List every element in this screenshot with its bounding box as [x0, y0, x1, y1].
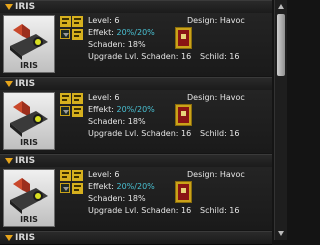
module-icon[interactable] — [72, 93, 83, 104]
design-text: Design: Havoc — [187, 93, 245, 102]
drone-list: IRIS IRIS Level: 6 Effekt: 20%/20% Schad… — [0, 0, 272, 245]
effekt-value: 20%/20% — [116, 182, 155, 191]
drone-header[interactable]: IRIS — [0, 77, 272, 91]
level-text: Level: 6 — [88, 170, 120, 179]
drone-name: IRIS — [15, 79, 36, 89]
drone-thumbnail-label: IRIS — [20, 215, 38, 224]
drone-thumbnail[interactable]: IRIS — [3, 15, 55, 73]
drone-thumbnail[interactable]: IRIS — [3, 169, 55, 227]
upgrade-text: Upgrade Lvl. Schaden: 16 — [88, 206, 192, 215]
drone-thumbnail-label: IRIS — [20, 61, 38, 70]
scroll-up-icon[interactable] — [278, 4, 284, 9]
collapse-triangle-icon[interactable] — [5, 158, 13, 164]
module-icon[interactable] — [72, 16, 83, 27]
level-text: Level: 6 — [88, 16, 120, 25]
module-slot[interactable] — [60, 106, 70, 116]
design-text: Design: Havoc — [187, 170, 245, 179]
drone-header[interactable]: IRIS — [0, 154, 272, 168]
effekt-text: Effekt: 20%/20% — [88, 104, 155, 115]
effekt-label: Effekt: — [88, 182, 117, 191]
effekt-value: 20%/20% — [116, 28, 155, 37]
module-slot[interactable] — [60, 29, 70, 39]
scroll-down-icon[interactable] — [278, 231, 284, 236]
module-icon[interactable] — [60, 16, 71, 27]
module-icon[interactable] — [72, 29, 83, 40]
effekt-text: Effekt: 20%/20% — [88, 181, 155, 192]
module-slot[interactable] — [60, 183, 70, 193]
module-icon[interactable] — [60, 170, 71, 181]
level-text: Level: 6 — [88, 93, 120, 102]
scroll-thumb[interactable] — [277, 14, 285, 76]
collapse-triangle-icon[interactable] — [5, 81, 13, 87]
drone-item: IRIS Level: 6 Effekt: 20%/20% Schaden: 1… — [0, 90, 272, 153]
drone-thumbnail-label: IRIS — [20, 138, 38, 147]
drone-item: IRIS Level: 6 Effekt: 20%/20% Schaden: 1… — [0, 13, 272, 76]
schild-text: Schild: 16 — [200, 52, 240, 61]
module-icon[interactable] — [72, 170, 83, 181]
module-icon[interactable] — [60, 93, 71, 104]
schild-text: Schild: 16 — [200, 129, 240, 138]
design-text: Design: Havoc — [187, 16, 245, 25]
schild-text: Schild: 16 — [200, 206, 240, 215]
drone-header[interactable]: IRIS — [0, 0, 272, 14]
havoc-design-icon[interactable] — [175, 27, 192, 49]
upgrade-text: Upgrade Lvl. Schaden: 16 — [88, 52, 192, 61]
vertical-scrollbar[interactable] — [274, 0, 287, 240]
drone-item: IRIS Level: 6 Effekt: 20%/20% Schaden: 1… — [0, 167, 272, 230]
collapse-triangle-icon[interactable] — [5, 4, 13, 10]
havoc-design-icon[interactable] — [175, 181, 192, 203]
upgrade-text: Upgrade Lvl. Schaden: 16 — [88, 129, 192, 138]
schaden-text: Schaden: 18% — [88, 117, 146, 126]
effekt-text: Effekt: 20%/20% — [88, 27, 155, 38]
schaden-text: Schaden: 18% — [88, 40, 146, 49]
module-icon[interactable] — [72, 183, 83, 194]
module-icon[interactable] — [72, 106, 83, 117]
effekt-value: 20%/20% — [116, 105, 155, 114]
schaden-text: Schaden: 18% — [88, 194, 146, 203]
drone-name: IRIS — [15, 2, 36, 12]
drone-header[interactable]: IRIS — [0, 231, 272, 245]
drone-name: IRIS — [15, 156, 36, 166]
drone-thumbnail[interactable]: IRIS — [3, 92, 55, 150]
effekt-label: Effekt: — [88, 105, 117, 114]
effekt-label: Effekt: — [88, 28, 117, 37]
havoc-design-icon[interactable] — [175, 104, 192, 126]
collapse-triangle-icon[interactable] — [5, 235, 13, 241]
drone-name: IRIS — [15, 233, 36, 243]
